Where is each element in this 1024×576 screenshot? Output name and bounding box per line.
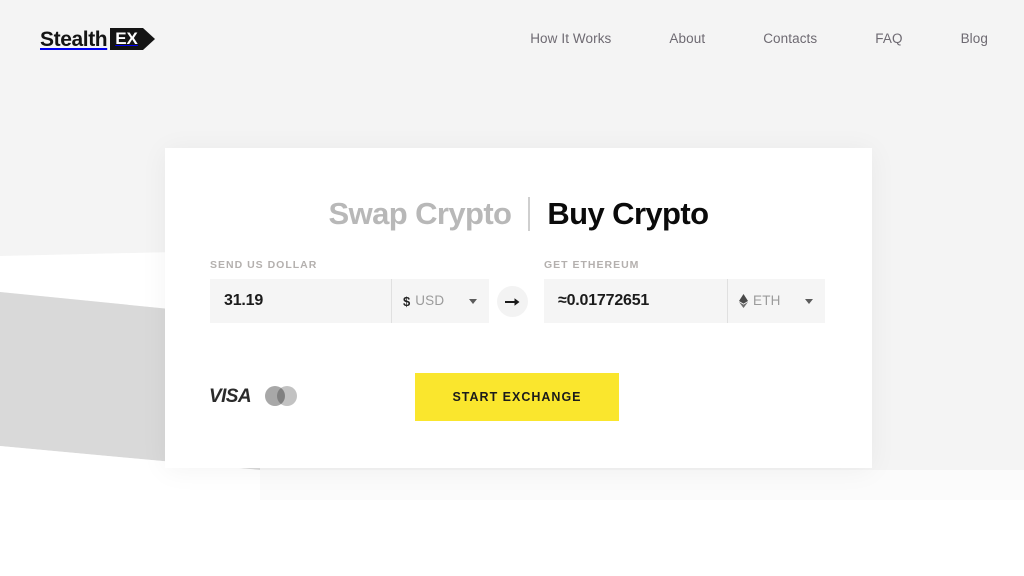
mastercard-logo (264, 386, 297, 406)
mastercard-right-circle (276, 386, 297, 406)
brand-logo[interactable]: Stealth EX (40, 27, 155, 51)
chevron-down-icon (469, 299, 477, 304)
send-currency-code: USD (415, 293, 445, 309)
brand-name: Stealth (40, 27, 108, 51)
ethereum-icon (739, 294, 748, 308)
site-header: Stealth EX How It Works About Contacts F… (0, 0, 1024, 78)
brand-tag: EX (110, 28, 155, 50)
dollar-sign-icon: $ (403, 293, 411, 309)
arrow-right-icon (505, 297, 520, 306)
exchange-card: Swap Crypto Buy Crypto SEND US DOLLAR $ … (165, 148, 872, 468)
nav-item-blog[interactable]: Blog (932, 30, 988, 48)
tab-buy-crypto[interactable]: Buy Crypto (547, 194, 709, 234)
nav-item-about[interactable]: About (640, 30, 734, 48)
send-field-label: SEND US DOLLAR (210, 259, 318, 271)
tab-swap-crypto[interactable]: Swap Crypto (329, 194, 512, 234)
background-floor-shade (260, 470, 1024, 500)
get-field-label: GET ETHEREUM (544, 259, 640, 271)
get-field-group: ETH (544, 279, 825, 323)
start-exchange-button[interactable]: START EXCHANGE (415, 373, 619, 421)
visa-logo: VISA (209, 385, 252, 407)
nav-item-how-it-works[interactable]: How It Works (501, 30, 640, 48)
brand-tag-label: EX (110, 28, 143, 50)
brand-arrow-icon (142, 28, 155, 50)
send-field-group: $ USD (210, 279, 489, 323)
payment-methods: VISA (209, 383, 297, 409)
chevron-down-icon (805, 299, 813, 304)
nav-item-faq[interactable]: FAQ (846, 30, 931, 48)
nav-item-contacts[interactable]: Contacts (734, 30, 846, 48)
get-currency-select[interactable]: ETH (727, 279, 825, 323)
tab-divider (528, 197, 531, 231)
send-currency-select[interactable]: $ USD (391, 279, 489, 323)
swap-direction-button[interactable] (497, 286, 528, 317)
mode-tabs: Swap Crypto Buy Crypto (165, 194, 872, 234)
get-amount-input[interactable] (544, 279, 727, 323)
get-currency-code: ETH (753, 293, 781, 309)
main-navigation: How It Works About Contacts FAQ Blog (501, 30, 988, 48)
send-amount-input[interactable] (210, 279, 391, 323)
